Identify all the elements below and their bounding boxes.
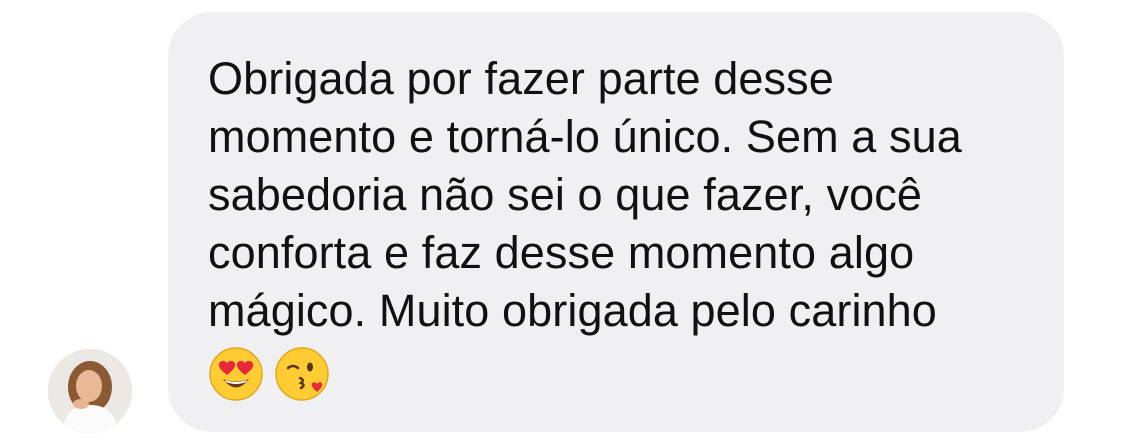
profile-photo-icon — [48, 349, 132, 433]
heart-eyes-emoji-icon — [208, 346, 264, 402]
emoji-row — [208, 346, 1024, 402]
sender-avatar[interactable] — [48, 349, 132, 433]
message-bubble[interactable]: Obrigada por fazer parte desse momento e… — [168, 12, 1064, 432]
chat-message-row: Obrigada por fazer parte desse momento e… — [0, 0, 1146, 445]
message-text: Obrigada por fazer parte desse momento e… — [208, 53, 962, 336]
kissing-face-emoji-icon — [274, 346, 330, 402]
